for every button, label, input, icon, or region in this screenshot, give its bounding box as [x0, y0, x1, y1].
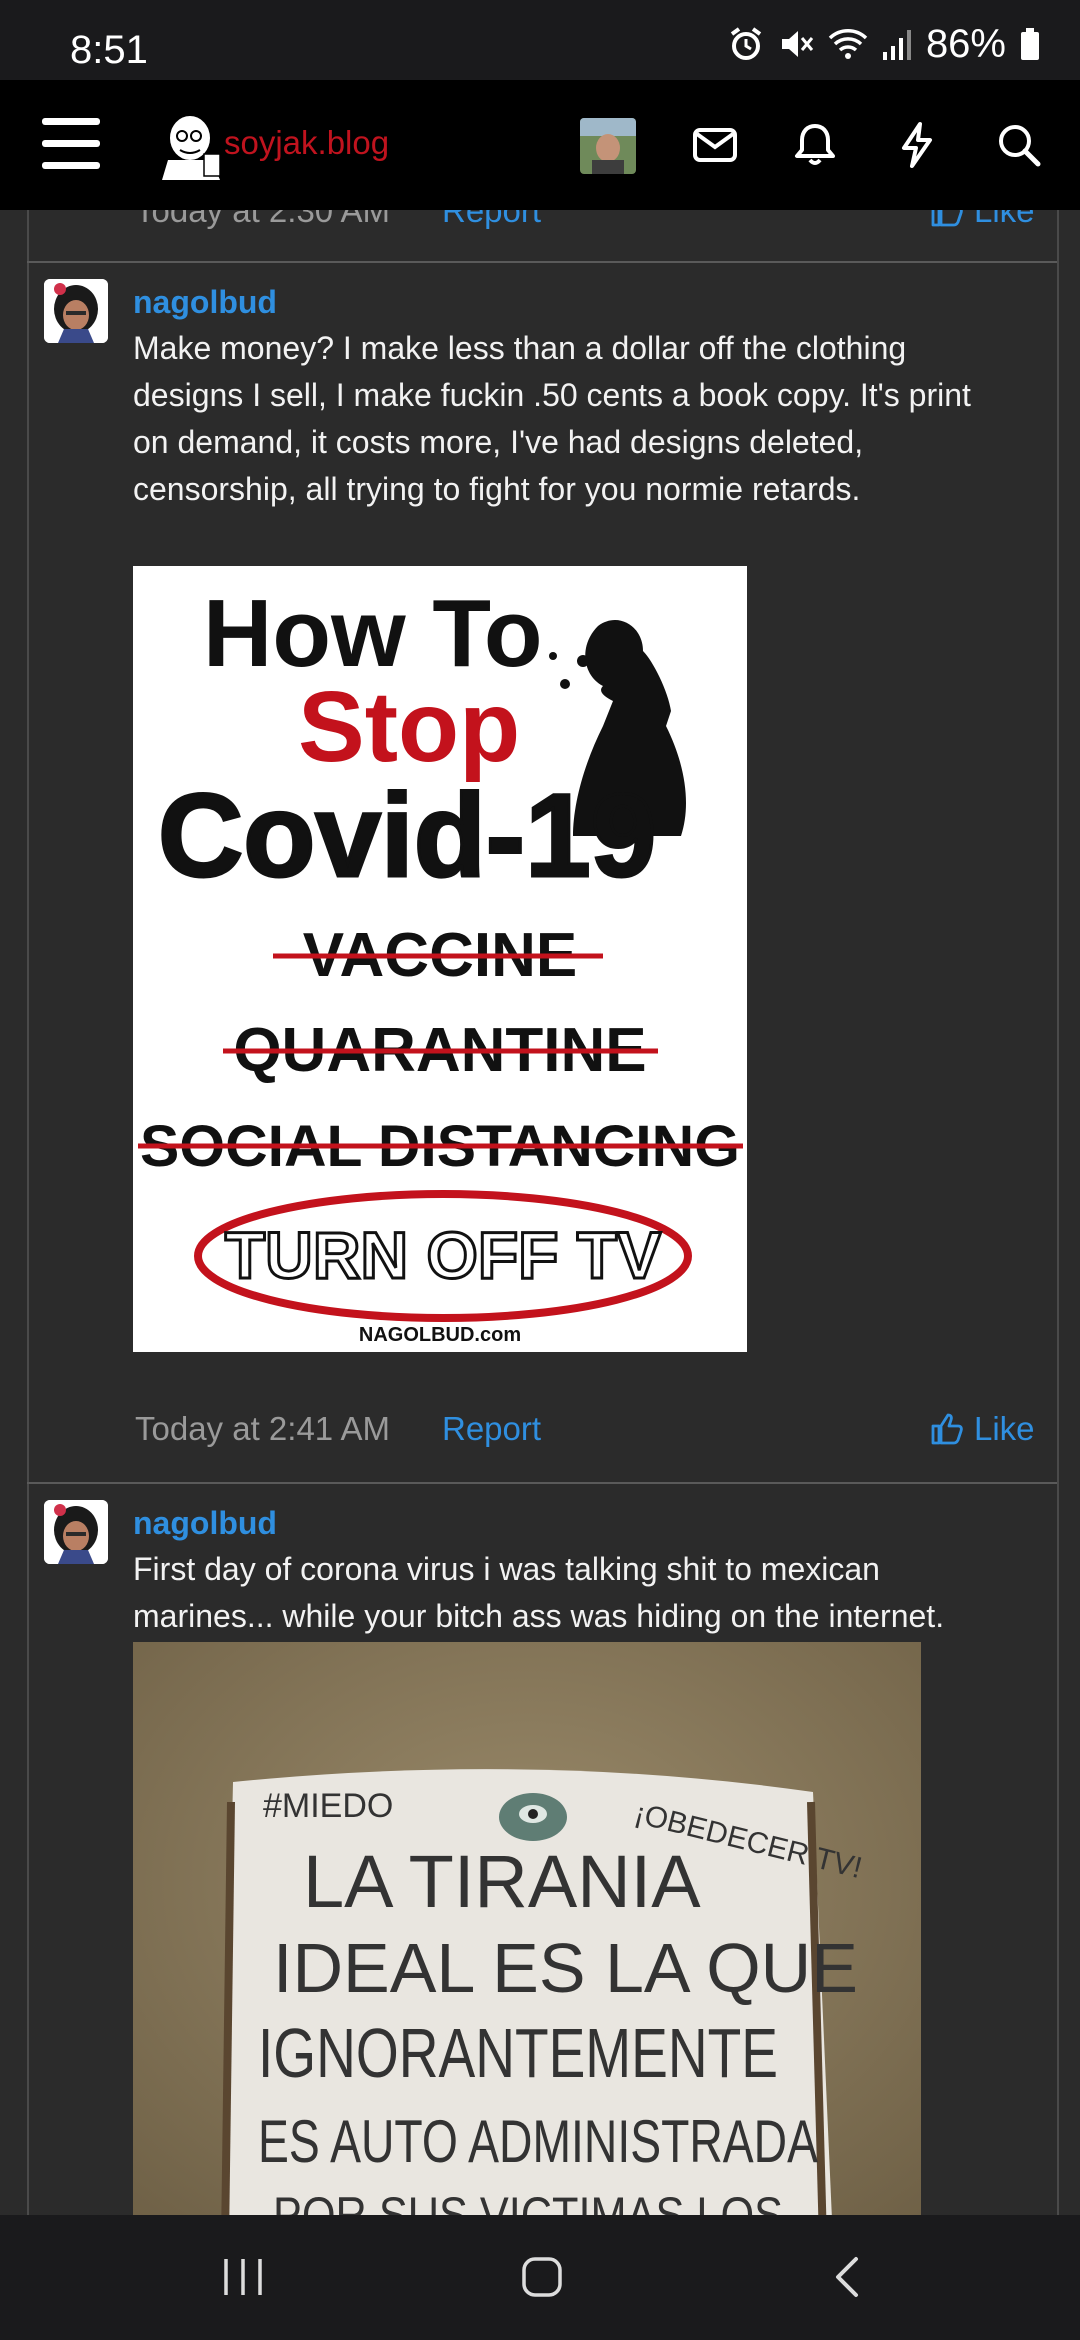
- report-link[interactable]: Report: [442, 1410, 541, 1448]
- post-author-username[interactable]: nagolbud: [133, 1505, 277, 1542]
- signal-icon: [882, 30, 911, 60]
- message-line: on demand, it costs more, I've had desig…: [133, 424, 864, 460]
- sign-line: IGNORANTEMENTE: [258, 2014, 778, 2092]
- search-icon[interactable]: [994, 120, 1044, 170]
- alarm-icon: [730, 27, 762, 60]
- sign-line: LA TIRANIA: [303, 1840, 701, 1923]
- battery-percent: 86%: [925, 21, 1006, 66]
- sign-line: ES AUTO ADMINISTRADA: [258, 2108, 818, 2175]
- message-line: Make money? I make less than a dollar of…: [133, 330, 907, 366]
- like-button[interactable]: Like: [930, 1410, 1035, 1448]
- post-separator: [27, 261, 1057, 263]
- post-image-covid-poster[interactable]: How To Stop Covid-19 VACCINE QUARANTINE …: [133, 566, 747, 1352]
- post-separator: [27, 1482, 1057, 1484]
- user-avatar[interactable]: [580, 118, 636, 174]
- thumbs-up-icon: [931, 1413, 963, 1445]
- prev-like-button[interactable]: Like: [930, 210, 1035, 230]
- bell-icon[interactable]: [790, 120, 840, 170]
- system-navigation-bar: [0, 2215, 1080, 2340]
- message-line: censorship, all trying to fight for you …: [133, 471, 861, 507]
- sign-corner-left: #MIEDO: [263, 1787, 393, 1825]
- post-date: Today at 2:41 AM: [135, 1410, 390, 1447]
- lightning-icon[interactable]: [892, 120, 942, 170]
- poster-circled-turn-off-tv: TURN OFF TV: [225, 1218, 661, 1292]
- wifi-icon: [828, 29, 868, 59]
- like-label: Like: [974, 1410, 1035, 1447]
- soyjak-logo-icon[interactable]: [160, 110, 226, 180]
- poster-line-covid: Covid-19: [158, 770, 656, 902]
- site-name[interactable]: soyjak.blog: [224, 124, 389, 162]
- hamburger-menu-icon[interactable]: [42, 118, 100, 170]
- post-author-username[interactable]: nagolbud: [133, 284, 277, 321]
- status-icons: 86%: [728, 22, 1040, 66]
- sign-line: IDEAL ES LA QUE: [273, 1929, 858, 2007]
- prev-report-link[interactable]: Report: [442, 210, 541, 230]
- thread-content: Today at 2:30 AM Report Like nagolbud Ma…: [0, 210, 1080, 2215]
- message-line: marines... while your bitch ass was hidi…: [133, 1598, 945, 1634]
- top-navigation-bar: soyjak.blog: [0, 80, 1080, 210]
- recent-apps-icon[interactable]: [218, 2255, 268, 2299]
- message-line: designs I sell, I make fuckin .50 cents …: [133, 377, 971, 413]
- poster-site: NAGOLBUD.com: [359, 1324, 521, 1346]
- prev-post-date: Today at 2:30 AM: [135, 210, 390, 229]
- sign-line: POR SUS VICTIMAS LOS: [273, 2187, 783, 2215]
- post-message: Make money? I make less than a dollar of…: [133, 325, 1033, 513]
- poster-line-stop: Stop: [298, 671, 520, 783]
- status-time: 8:51: [70, 28, 148, 72]
- envelope-icon[interactable]: [690, 120, 740, 170]
- post-author-avatar[interactable]: [44, 279, 108, 343]
- message-line: First day of corona virus i was talking …: [133, 1551, 880, 1587]
- battery-icon: [1021, 28, 1039, 60]
- thumbs-up-icon: [931, 210, 963, 227]
- like-label: Like: [974, 210, 1035, 229]
- mute-icon: [781, 31, 814, 57]
- post-image-sign-photo[interactable]: #MIEDO ¡OBEDECER TV! LA TIRANIA IDEAL ES…: [133, 1642, 921, 2215]
- status-bar: 8:51 86%: [0, 0, 1080, 80]
- home-icon[interactable]: [520, 2255, 564, 2299]
- post-author-avatar[interactable]: [44, 1500, 108, 1564]
- back-icon[interactable]: [828, 2255, 868, 2299]
- post-message: First day of corona virus i was talking …: [133, 1546, 1033, 1640]
